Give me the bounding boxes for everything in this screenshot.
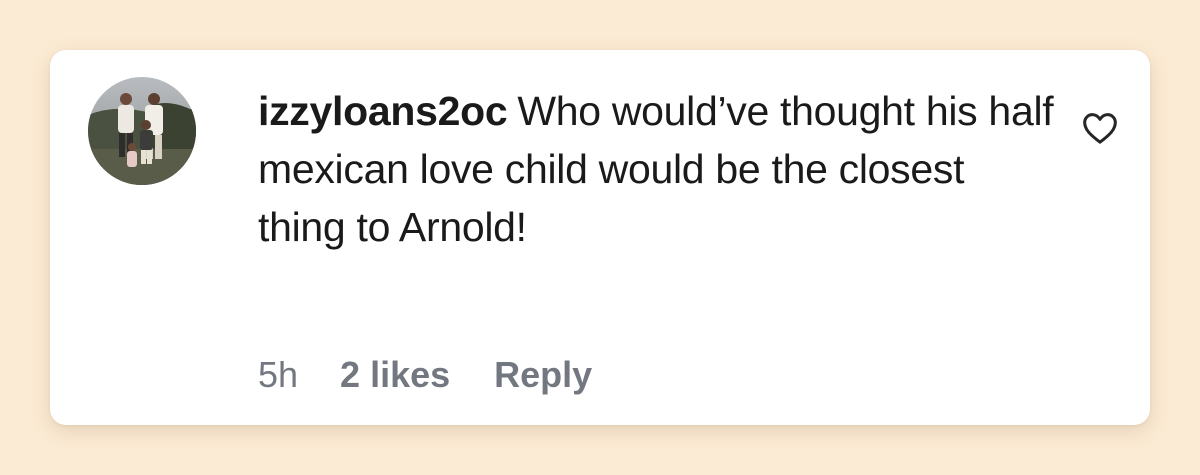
comment-timestamp: 5h xyxy=(258,354,299,395)
likes-count-button[interactable]: 2 likes xyxy=(340,350,450,400)
reply-button[interactable]: Reply xyxy=(494,350,592,400)
comment-card: izzyloans2oc Who would’ve thought his hal… xyxy=(50,50,1150,425)
comment-meta: 5h 2 likes Reply xyxy=(258,350,592,400)
comment-username[interactable]: izzyloans2oc xyxy=(258,88,508,134)
avatar-photo xyxy=(88,77,196,185)
avatar[interactable] xyxy=(88,77,196,185)
heart-icon[interactable] xyxy=(1080,108,1120,148)
comment-body: izzyloans2oc Who would’ve thought his hal… xyxy=(258,82,1058,256)
